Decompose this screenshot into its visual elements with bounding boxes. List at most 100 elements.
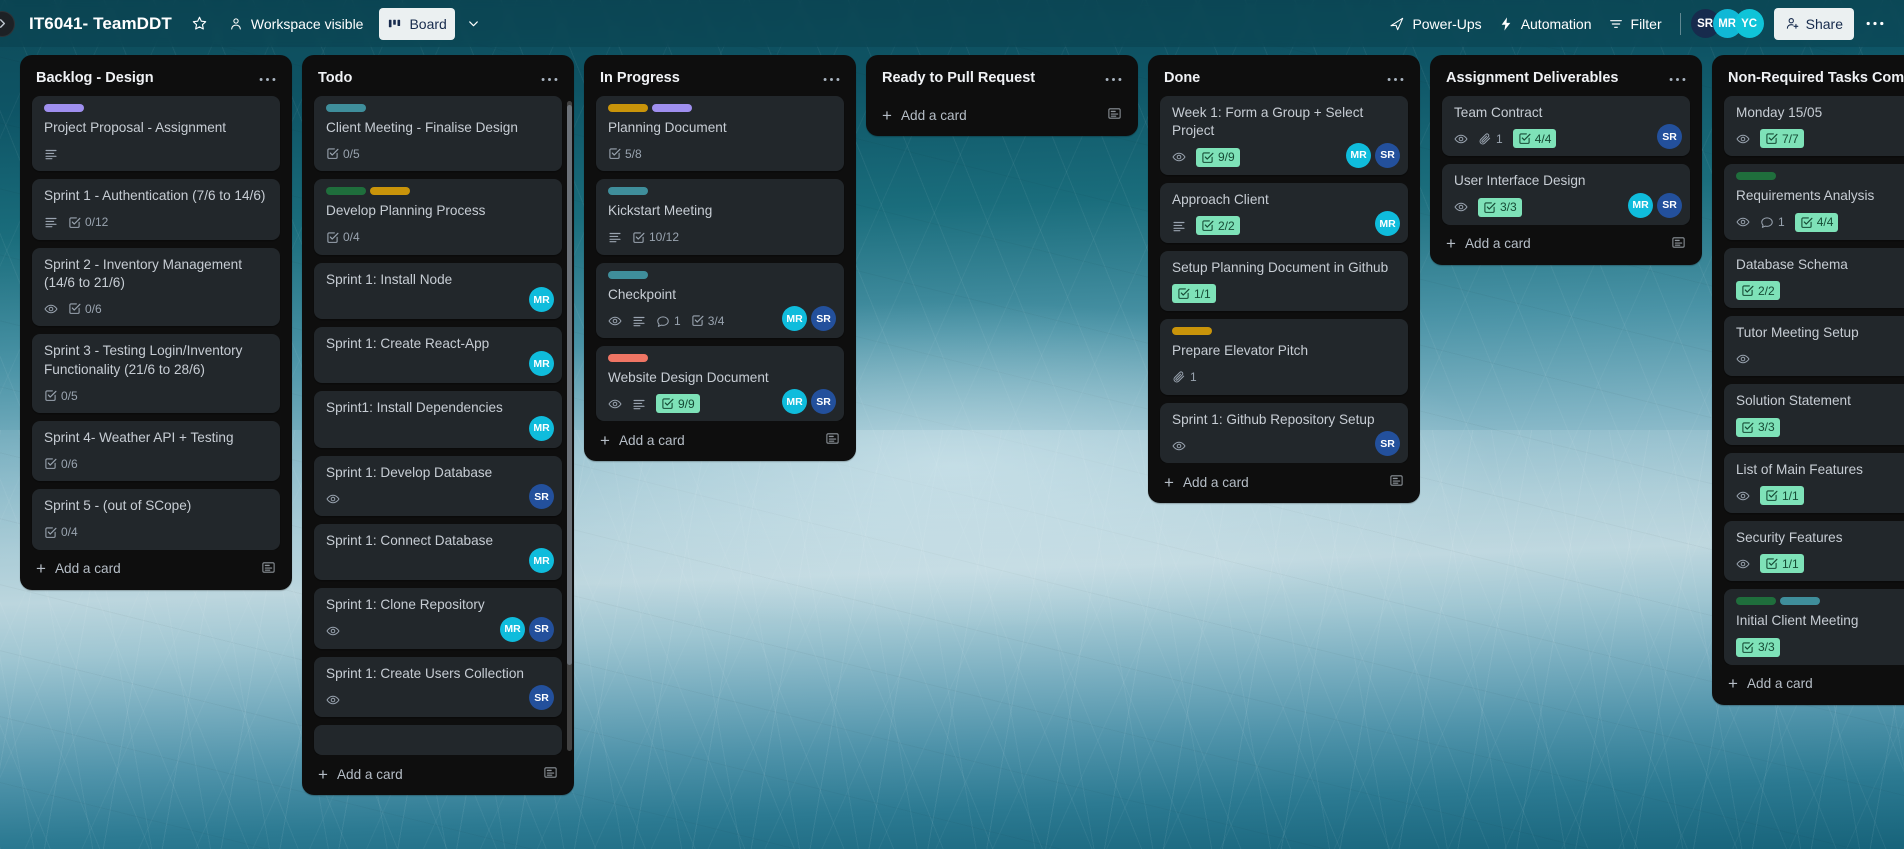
list-title[interactable]: Assignment Deliverables xyxy=(1446,70,1618,86)
board-card[interactable]: Week 1: Form a Group + Select Project 9/9… xyxy=(1160,96,1408,175)
board-card[interactable]: Security Features 1/1 xyxy=(1724,521,1904,582)
list-scrollbar[interactable] xyxy=(567,101,572,752)
board-card[interactable]: User Interface Design 3/3 MR SR xyxy=(1442,164,1690,225)
board-card[interactable]: Planning Document 5/8 xyxy=(596,96,844,172)
card-member-avatar[interactable]: MR xyxy=(500,616,525,642)
card-member-avatar[interactable]: SR xyxy=(529,616,554,642)
star-board-button[interactable] xyxy=(184,8,216,40)
list-title[interactable]: Non-Required Tasks Completed xyxy=(1728,70,1904,86)
list-menu-button[interactable] xyxy=(1667,69,1688,86)
board-card[interactable]: Initial Client Meeting 3/3 xyxy=(1724,589,1904,665)
card-label[interactable] xyxy=(326,187,366,196)
card-member-avatar[interactable]: MR xyxy=(529,351,554,377)
board-card[interactable]: Sprint 5 - (out of SCope) 0/4 xyxy=(32,489,280,550)
board-list[interactable]: In Progress Planning Document 5/8 Kickstar… xyxy=(584,55,856,462)
card-member-avatar[interactable]: MR xyxy=(1346,142,1371,168)
card-member-avatar[interactable]: MR xyxy=(529,548,554,574)
board-list[interactable]: Backlog - Design Project Proposal - Assi… xyxy=(20,55,292,590)
card-member-avatar[interactable]: MR xyxy=(529,287,554,313)
add-card-button[interactable]: + Add a card xyxy=(1446,235,1531,252)
sidebar-toggle-button[interactable] xyxy=(0,10,15,37)
automation-button[interactable]: Automation xyxy=(1490,8,1600,40)
card-member-avatar[interactable]: SR xyxy=(811,306,836,332)
share-button[interactable]: Share xyxy=(1773,7,1854,40)
list-menu-button[interactable] xyxy=(1385,69,1406,86)
board-card[interactable]: Website Design Document 9/9 MR SR xyxy=(596,346,844,422)
board-view-button[interactable]: Board xyxy=(379,7,455,40)
avatar[interactable]: YC xyxy=(1734,9,1764,38)
board-list[interactable]: Ready to Pull Request + Add a card xyxy=(866,55,1138,136)
card-member-avatar[interactable]: MR xyxy=(1628,192,1653,218)
board-list[interactable]: Todo Client Meeting - Finalise Design 0/5… xyxy=(302,55,574,796)
card-label[interactable] xyxy=(1780,597,1820,606)
power-ups-button[interactable]: Power-Ups xyxy=(1381,8,1489,40)
card-label[interactable] xyxy=(608,270,648,279)
list-title[interactable]: Backlog - Design xyxy=(36,70,154,86)
list-menu-button[interactable] xyxy=(257,69,278,86)
board-list[interactable]: Non-Required Tasks Completed Monday 15/0… xyxy=(1712,55,1904,705)
board-card[interactable]: Database Schema 2/2 xyxy=(1724,247,1904,309)
card-template-button[interactable] xyxy=(543,765,558,783)
board-card[interactable]: Checkpoint 1 3/4 MR SR xyxy=(596,262,844,339)
add-card-button[interactable]: + Add a card xyxy=(318,766,403,783)
card-member-avatar[interactable]: SR xyxy=(1375,142,1400,168)
board-list[interactable]: Done Week 1: Form a Group + Select Proje… xyxy=(1148,55,1420,504)
card-member-avatar[interactable]: SR xyxy=(529,484,554,510)
card-label[interactable] xyxy=(608,104,648,112)
card-template-button[interactable] xyxy=(1671,235,1686,253)
board-list[interactable]: Assignment Deliverables Team Contract 1 4/… xyxy=(1430,55,1702,265)
board-view-dropdown-button[interactable] xyxy=(459,8,489,40)
list-title[interactable]: Ready to Pull Request xyxy=(882,70,1035,86)
board-card[interactable]: Sprint 1: Install Node MR xyxy=(314,262,562,320)
board-card[interactable]: List of Main Features 1/1 xyxy=(1724,452,1904,514)
card-label[interactable] xyxy=(370,187,410,196)
board-canvas[interactable]: Backlog - Design Project Proposal - Assi… xyxy=(0,47,1904,849)
card-member-avatar[interactable]: SR xyxy=(1657,192,1682,218)
workspace-visibility-button[interactable]: Workspace visible xyxy=(220,8,372,40)
board-menu-button[interactable] xyxy=(1860,9,1890,39)
board-card[interactable]: Requirements Analysis 1 4/4 xyxy=(1724,164,1904,240)
board-card[interactable]: Tutor Meeting Setup xyxy=(1724,316,1904,377)
filter-button[interactable]: Filter xyxy=(1600,8,1670,40)
board-card[interactable]: Sprint1: Install Dependencies MR xyxy=(314,391,562,448)
board-card[interactable]: Sprint 1: Develop Database SR xyxy=(314,455,562,517)
board-card[interactable]: Sprint 1 - Authentication (7/6 to 14/6) 0… xyxy=(32,179,280,240)
card-member-avatar[interactable]: SR xyxy=(1375,431,1400,457)
card-label[interactable] xyxy=(1736,597,1776,606)
card-label[interactable] xyxy=(1172,327,1212,336)
board-card[interactable]: Project Proposal - Assignment xyxy=(32,96,280,172)
add-card-button[interactable]: + Add a card xyxy=(1164,474,1249,491)
card-member-avatar[interactable]: SR xyxy=(1657,124,1682,150)
card-template-button[interactable] xyxy=(261,560,276,578)
card-template-button[interactable] xyxy=(1107,106,1122,124)
add-card-button[interactable]: + Add a card xyxy=(1728,675,1813,692)
list-menu-button[interactable] xyxy=(1103,69,1124,86)
board-card[interactable]: Develop Planning Process 0/4 xyxy=(314,179,562,255)
board-card[interactable]: Sprint 1: Create Users Collection SR xyxy=(314,656,562,718)
card-member-avatar[interactable]: SR xyxy=(529,685,554,711)
list-title[interactable]: Done xyxy=(1164,70,1200,86)
board-card[interactable]: Sprint 1: Clone Repository MR SR xyxy=(314,588,562,649)
card-label[interactable] xyxy=(608,354,648,363)
card-member-avatar[interactable]: MR xyxy=(782,306,807,332)
board-card[interactable]: Sprint 2 - Inventory Management (14/6 to… xyxy=(32,247,280,327)
board-card[interactable]: Prepare Elevator Pitch 1 xyxy=(1160,319,1408,395)
card-member-avatar[interactable]: SR xyxy=(811,389,836,415)
card-label[interactable] xyxy=(608,187,648,196)
list-menu-button[interactable] xyxy=(821,69,842,86)
list-menu-button[interactable] xyxy=(539,69,560,86)
card-label[interactable] xyxy=(1736,172,1776,181)
card-label[interactable] xyxy=(652,104,692,112)
list-title[interactable]: In Progress xyxy=(600,70,680,86)
board-card[interactable] xyxy=(314,725,562,756)
board-card[interactable]: Setup Planning Document in Github 1/1 xyxy=(1160,251,1408,312)
board-card[interactable]: Monday 15/05 7/7 xyxy=(1724,96,1904,157)
card-template-button[interactable] xyxy=(825,431,840,449)
add-card-button[interactable]: + Add a card xyxy=(36,560,121,577)
card-label[interactable] xyxy=(44,104,84,112)
board-card[interactable]: Team Contract 1 4/4 SR xyxy=(1442,96,1690,157)
board-card[interactable]: Approach Client 2/2 MR xyxy=(1160,182,1408,244)
card-label[interactable] xyxy=(326,104,366,112)
board-card[interactable]: Sprint 4- Weather API + Testing 0/6 xyxy=(32,421,280,482)
list-scrollbar-thumb[interactable] xyxy=(567,105,572,665)
